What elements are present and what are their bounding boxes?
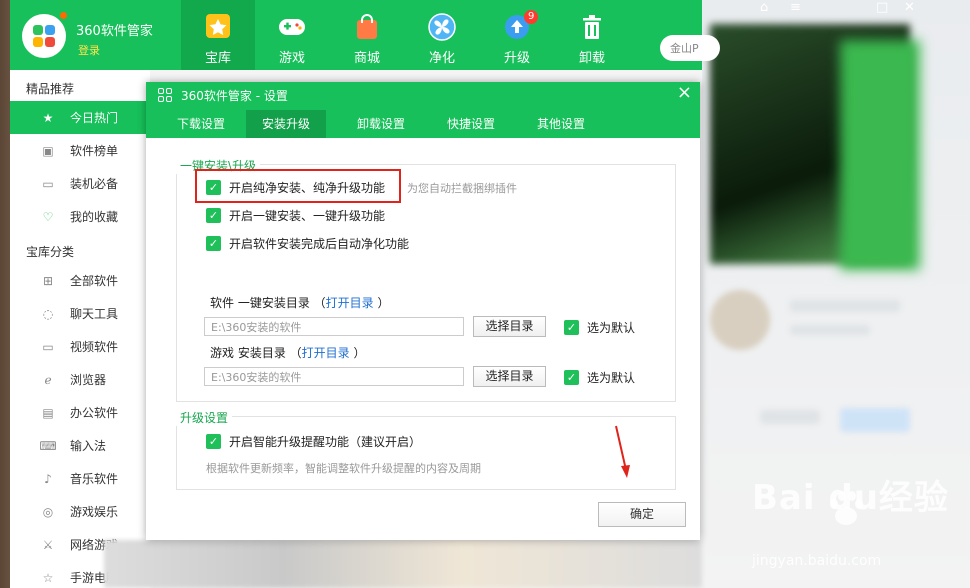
sidebar-item-game-ent[interactable]: ◎ 游戏娱乐 [10, 495, 150, 528]
background-content-strip [104, 540, 702, 588]
shirt-icon[interactable]: ⌂ [760, 0, 768, 15]
nav-tab-label: 升级 [503, 51, 530, 66]
tab-download-settings[interactable]: 下载设置 [167, 110, 235, 138]
open-dir-link[interactable]: 打开目录 [326, 296, 374, 310]
smart-upgrade-checkbox[interactable]: ✓ 开启智能升级提醒功能（建议开启） [206, 433, 421, 450]
shopping-bag-icon [357, 14, 377, 39]
trash-icon [583, 15, 601, 39]
ranking-icon: ▣ [42, 143, 54, 158]
nav-tab-baoku[interactable]: 宝库 [181, 0, 255, 70]
nav-tab-mall[interactable]: 商城 [330, 0, 404, 70]
nav-tab-label: 卸载 [578, 51, 605, 66]
app-name: 360软件管家 [76, 24, 153, 39]
nav-tab-label: 净化 [428, 51, 455, 66]
nav-tab-uninstall[interactable]: 卸载 [555, 0, 629, 70]
search-input[interactable]: 金山P [660, 35, 720, 61]
settings-dialog: 360软件管家 - 设置 × 下载设置 安装升级 卸载设置 快捷设置 其他设置 … [146, 82, 700, 540]
sidebar-section-title: 精品推荐 [26, 82, 75, 96]
monitor-icon: ▭ [42, 176, 54, 191]
nav-tab-label: 商城 [353, 51, 380, 66]
tab-install-upgrade[interactable]: 安装升级 [246, 110, 326, 138]
red-arrow-annotation [615, 425, 630, 478]
check-icon: ✓ [206, 434, 221, 449]
check-icon: ✓ [206, 208, 221, 223]
star-icon [206, 14, 230, 38]
upgrade-badge: 9 [524, 10, 539, 24]
nav-tab-upgrade[interactable]: 9 升级 [480, 0, 554, 70]
tab-other-settings[interactable]: 其他设置 [527, 110, 595, 138]
music-icon: ♪ [44, 471, 52, 486]
sidebar-item-all[interactable]: ⊞ 全部软件 [10, 264, 150, 297]
dialog-header: 360软件管家 - 设置 × 下载设置 安装升级 卸载设置 快捷设置 其他设置 [146, 82, 700, 138]
notification-dot [60, 12, 67, 19]
game-dir-label: 游戏 安装目录 （打开目录 ） [210, 346, 366, 360]
star-icon: ★ [42, 110, 54, 125]
software-dir-input[interactable]: E:\360安装的软件 [204, 317, 464, 336]
briefcase-icon: ▤ [42, 405, 54, 420]
pure-install-hint: 为您自动拦截捆绑插件 [407, 181, 518, 195]
grid-icon: ⊞ [42, 273, 54, 288]
sidebar-item-chat[interactable]: ◌ 聊天工具 [10, 297, 150, 330]
sidebar-item-today-hot[interactable]: ★ 今日热门 [10, 101, 150, 134]
nav-tab-clean[interactable]: 净化 [405, 0, 479, 70]
ok-button[interactable]: 确定 [598, 502, 686, 527]
keyboard-icon: ⌨ [39, 438, 57, 453]
game-dir-input[interactable]: E:\360安装的软件 [204, 367, 464, 386]
gamepad-icon: ◎ [42, 504, 54, 519]
dialog-title: 360软件管家 - 设置 [181, 89, 288, 103]
nav-tab-label: 游戏 [278, 51, 305, 66]
sidebar-item-input[interactable]: ⌨ 输入法 [10, 429, 150, 462]
nav-tab-label: 宝库 [204, 51, 231, 66]
check-icon: ✓ [564, 370, 579, 385]
star-outline-icon: ☆ [42, 570, 54, 585]
sidebar-item-browser[interactable]: ℯ 浏览器 [10, 363, 150, 396]
sidebar: 精品推荐 ★ 今日热门 ▣ 软件榜单 ▭ 装机必备 ♡ 我的收藏 宝库分类 ⊞ 全部软件 … [10, 70, 150, 588]
fan-icon [428, 13, 456, 41]
auto-clean-checkbox[interactable]: ✓ 开启软件安装完成后自动净化功能 [206, 235, 409, 252]
tab-shortcut-settings[interactable]: 快捷设置 [437, 110, 505, 138]
chat-icon: ◌ [42, 306, 54, 321]
sidebar-item-essentials[interactable]: ▭ 装机必备 [10, 167, 150, 200]
sidebar-item-favorites[interactable]: ♡ 我的收藏 [10, 200, 150, 233]
check-icon: ✓ [206, 180, 221, 195]
heart-icon: ♡ [42, 209, 54, 224]
group-title: 升级设置 [176, 409, 233, 426]
sidebar-item-office[interactable]: ▤ 办公软件 [10, 396, 150, 429]
upgrade-description: 根据软件更新频率，智能调整软件升级提醒的内容及周期 [206, 462, 481, 475]
video-icon: ▭ [42, 339, 54, 354]
close-icon[interactable]: × [677, 84, 692, 102]
one-click-install-checkbox[interactable]: ✓ 开启一键安装、一键升级功能 [206, 207, 385, 224]
sidebar-item-ranking[interactable]: ▣ 软件榜单 [10, 134, 150, 167]
sidebar-item-video[interactable]: ▭ 视频软件 [10, 330, 150, 363]
software-default-checkbox[interactable]: ✓ 选为默认 [564, 319, 635, 336]
top-bar: 360软件管家 登录 宝库 游戏 商城 净化 9 升级 卸载 金山P [10, 0, 720, 70]
sidebar-item-music[interactable]: ♪ 音乐软件 [10, 462, 150, 495]
check-icon: ✓ [206, 236, 221, 251]
maximize-icon[interactable]: □ [876, 0, 888, 15]
choose-game-dir-button[interactable]: 选择目录 [473, 366, 546, 387]
choose-dir-button[interactable]: 选择目录 [473, 316, 546, 337]
upgrade-group [176, 416, 676, 490]
open-dir-link[interactable]: 打开目录 [302, 346, 350, 360]
check-icon: ✓ [564, 320, 579, 335]
close-icon[interactable]: ✕ [904, 0, 915, 15]
app-logo [22, 14, 66, 58]
watermark-url: jingyan.baidu.com [752, 553, 882, 569]
game-default-checkbox[interactable]: ✓ 选为默认 [564, 369, 635, 386]
browser-icon: ℯ [44, 372, 52, 387]
nav-tab-games[interactable]: 游戏 [255, 0, 329, 70]
tab-uninstall-settings[interactable]: 卸载设置 [347, 110, 415, 138]
app-logo-icon [158, 88, 172, 102]
sword-icon: ⚔ [42, 537, 54, 552]
software-dir-label: 软件 一键安装目录 （打开目录 ） [210, 296, 390, 310]
menu-icon[interactable]: ≡ [790, 0, 801, 15]
sidebar-section-title: 宝库分类 [26, 245, 75, 259]
login-link[interactable]: 登录 [78, 42, 100, 58]
gamepad-icon [279, 19, 305, 35]
pure-install-checkbox[interactable]: ✓ 开启纯净安装、纯净升级功能 为您自动拦截捆绑插件 [206, 179, 517, 196]
watermark-brand: Bai du经验 [752, 478, 949, 518]
